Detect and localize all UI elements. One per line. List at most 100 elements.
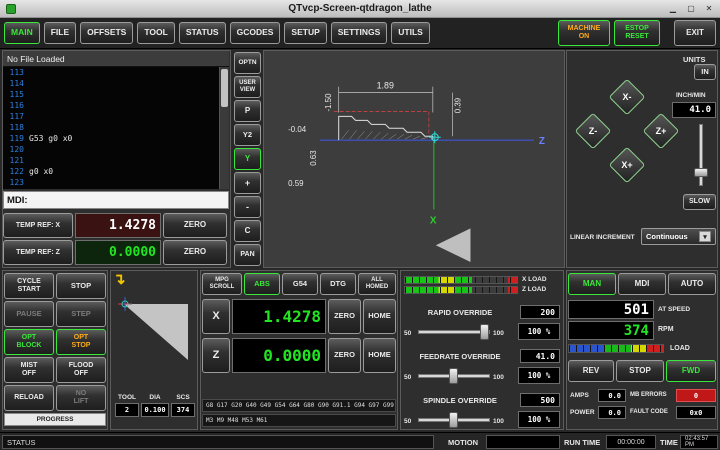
rapid-value: 200 (520, 305, 560, 319)
zero-x-button[interactable]: ZERO (328, 299, 361, 334)
slider-handle[interactable] (449, 412, 458, 428)
axis-x-button[interactable]: X (202, 299, 230, 334)
temp-ref-z-button[interactable]: TEMP REF: Z (3, 240, 73, 265)
view-pan-button[interactable]: PAN (234, 244, 261, 266)
gcode-scrollbar[interactable] (219, 67, 229, 189)
flood-button[interactable]: FLOOD OFF (56, 357, 106, 383)
view-y2-button[interactable]: Y2 (234, 124, 261, 146)
feed-override-slider[interactable] (418, 368, 490, 384)
view-user-view-button[interactable]: USER VIEW (234, 76, 261, 98)
axis-z-button[interactable]: Z (202, 338, 230, 373)
mode-mdi-button[interactable]: MDI (618, 273, 666, 295)
home-x-button[interactable]: HOME (363, 299, 396, 334)
home-z-button[interactable]: HOME (363, 338, 396, 373)
slider-handle[interactable] (694, 168, 708, 177)
zoom-out-button[interactable]: - (234, 196, 261, 218)
view-c-button[interactable]: C (234, 220, 261, 242)
tab-setup[interactable]: SETUP (284, 22, 326, 44)
estop-reset-button[interactable]: ESTOP RESET (614, 20, 660, 46)
reload-button[interactable]: RELOAD (4, 385, 54, 411)
g54-button[interactable]: G54 (282, 273, 318, 295)
mdi-input[interactable]: MDI: (3, 191, 229, 209)
rpm-label: RPM (658, 326, 674, 333)
mode-auto-button[interactable]: AUTO (668, 273, 716, 295)
spindle-load-label: LOAD (670, 345, 690, 352)
rapid-override-label: RAPID OVERRIDE (404, 308, 516, 317)
temp-ref-x-button[interactable]: TEMP REF: X (3, 213, 73, 238)
jog-x-plus-button[interactable]: X+ (610, 148, 644, 182)
tab-offsets[interactable]: OFFSETS (80, 22, 133, 44)
time-label: TIME (660, 438, 678, 447)
opt-stop-button[interactable]: OPT STOP (56, 329, 106, 355)
step-button[interactable]: STEP (56, 301, 106, 327)
fault-code-label: FAULT CODE (630, 409, 668, 415)
pause-button[interactable]: PAUSE (4, 301, 54, 327)
tab-gcodes[interactable]: GCODES (230, 22, 281, 44)
tool-number-value: 2 (115, 403, 139, 417)
zoom-in-button[interactable]: + (234, 172, 261, 194)
no-lift-button[interactable]: NO LIFT (56, 385, 106, 411)
tab-tool[interactable]: TOOL (137, 22, 174, 44)
exit-button[interactable]: EXIT (674, 20, 716, 46)
tab-settings[interactable]: SETTINGS (331, 22, 388, 44)
gcode-line: 113 (6, 67, 229, 78)
spindle-rev-button[interactable]: REV (568, 360, 614, 382)
mode-man-button[interactable]: MAN (568, 273, 616, 295)
mpg-scroll-button[interactable]: MPG SCROLL (202, 273, 242, 295)
tool-number-label: TOOL (115, 394, 139, 401)
window-titlebar[interactable]: QTvcp-Screen-qtdragon_lathe ▁ ▢ ✕ (0, 0, 720, 18)
window-title: QTvcp-Screen-qtdragon_lathe (0, 3, 720, 14)
linear-increment-select[interactable]: Continuous ▾ (641, 228, 716, 245)
tool-shape-preview (116, 296, 194, 366)
cycle-start-button[interactable]: CYCLE START (4, 273, 54, 299)
rapid-override-slider[interactable] (418, 324, 490, 340)
active-mcodes: M3 M9 M48 M53 M61 (202, 414, 396, 427)
graphics-preview[interactable]: 1.89 0.39 -1.50 -0.04 0.63 0.59 Z X (263, 50, 565, 268)
all-homed-button[interactable]: ALL HOMED (358, 273, 396, 295)
spindle-pct: 100 % (518, 411, 560, 428)
gcode-line: 119G53 g0 x0 (6, 133, 229, 144)
spindle-load-meter (568, 344, 664, 353)
stop-button[interactable]: STOP (56, 273, 106, 299)
spindle-override-slider[interactable] (418, 412, 490, 428)
tab-main[interactable]: MAIN (4, 22, 40, 44)
machine-on-button[interactable]: MACHINE ON (558, 20, 610, 46)
mist-button[interactable]: MIST OFF (4, 357, 54, 383)
spindle-stop-button[interactable]: STOP (616, 360, 664, 382)
power-value: 0.0 (598, 406, 626, 419)
spindle-max-label: 100 (493, 418, 504, 425)
jog-x-minus-button[interactable]: X- (610, 80, 644, 114)
units-in-button[interactable]: IN (694, 64, 716, 80)
z-load-label: Z LOAD (522, 286, 546, 293)
jog-slow-button[interactable]: SLOW (683, 194, 716, 210)
jog-z-plus-button[interactable]: Z+ (644, 114, 678, 148)
tool-scs-label: SCS (171, 394, 195, 401)
tab-status[interactable]: STATUS (179, 22, 226, 44)
loaded-file-label: No File Loaded (3, 51, 229, 67)
scrollbar-thumb[interactable] (221, 69, 228, 107)
view-y-button[interactable]: Y (234, 148, 261, 170)
abs-button[interactable]: ABS (244, 273, 280, 295)
maximize-icon[interactable]: ▢ (684, 1, 698, 16)
gcode-listing[interactable]: 113 114 115 116 117 118 119G53 g0 x0 120… (3, 67, 229, 189)
status-message: STATUS (2, 435, 434, 449)
spindle-ovr-value: 500 (520, 393, 560, 407)
jog-z-minus-button[interactable]: Z- (576, 114, 610, 148)
z-load-meter (404, 286, 518, 294)
tab-utils[interactable]: UTILS (391, 22, 430, 44)
tab-file[interactable]: FILE (44, 22, 76, 44)
zero-z-button[interactable]: ZERO (328, 338, 361, 373)
temp-ref-z-zero-button[interactable]: ZERO (163, 240, 227, 265)
opt-block-button[interactable]: OPT BLOCK (4, 329, 54, 355)
spindle-fwd-button[interactable]: FWD (666, 360, 716, 382)
feed-min-label: 50 (404, 374, 411, 381)
view-optn-button[interactable]: OPTN (234, 52, 261, 74)
minimize-icon[interactable]: ▁ (666, 1, 680, 16)
dtg-button[interactable]: DTG (320, 273, 356, 295)
slider-handle[interactable] (449, 368, 458, 384)
close-icon[interactable]: ✕ (702, 1, 716, 16)
view-p-button[interactable]: P (234, 100, 261, 122)
jog-rate-slider[interactable] (694, 124, 708, 186)
slider-handle[interactable] (480, 324, 489, 340)
temp-ref-x-zero-button[interactable]: ZERO (163, 213, 227, 238)
